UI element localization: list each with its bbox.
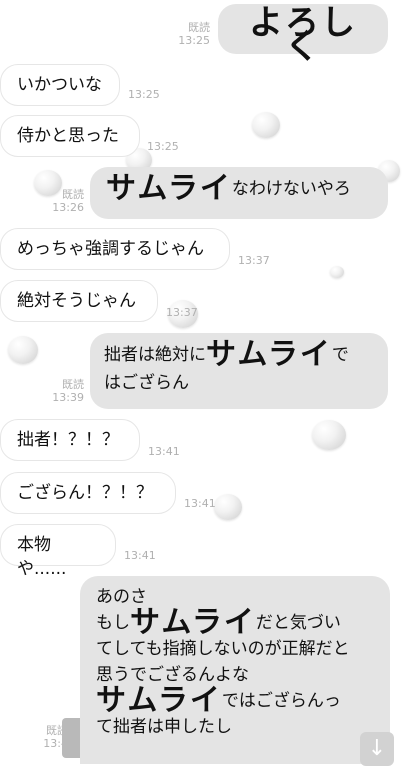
message-text: ござらん！？！？ (17, 483, 153, 503)
timestamp: 13:41 (148, 445, 180, 458)
droplet-decoration (8, 336, 38, 364)
message-text: めっちゃ強調するじゃん (17, 239, 204, 259)
timestamp: 13:25 (178, 34, 210, 47)
message-meta: 既読 13:39 (44, 378, 84, 404)
droplet-decoration (252, 112, 280, 138)
message-text: 拙者は絶対に (104, 345, 206, 365)
message-text: いかついな (17, 75, 102, 95)
timestamp: 13:26 (52, 201, 84, 214)
emphasis-text: サムライ (106, 171, 232, 206)
message-bubble-outgoing[interactable]: 拙者は絶対にサムライで はござらん (90, 333, 388, 409)
message-bubble-incoming[interactable]: いかついな (0, 64, 120, 106)
message-meta: 既読 13:25 (170, 21, 210, 47)
message-text: はござらん (104, 373, 189, 393)
message-bubble-incoming[interactable]: 絶対そうじゃん (0, 280, 158, 322)
emphasis-text: サムライ (206, 337, 332, 372)
message-text: なわけないやろ (231, 179, 351, 199)
timestamp: 13:39 (52, 391, 84, 404)
message-bubble-incoming[interactable]: 本物や...... (0, 524, 116, 579)
scroll-to-bottom-button[interactable]: ↓ (360, 732, 394, 766)
read-receipt: 既読 (62, 378, 84, 391)
timestamp: 13:37 (238, 254, 270, 267)
emphasis-text: サムライ (96, 683, 222, 718)
message-bubble-outgoing[interactable]: よろしく (218, 4, 388, 64)
message-bubble-incoming[interactable]: ござらん！？！？ (0, 472, 176, 514)
timestamp: 13:25 (128, 88, 160, 101)
message-bubble-incoming[interactable]: めっちゃ強調するじゃん (0, 228, 230, 270)
emphasis-text: サムライ (130, 605, 256, 640)
read-receipt: 既読 (62, 188, 84, 201)
timestamp: 13:37 (166, 306, 198, 319)
message-text: だと気づい (255, 613, 341, 633)
message-bubble-outgoing[interactable]: サムライなわけないやろ (90, 167, 388, 219)
message-text: ではござらんっ (221, 691, 341, 711)
message-bubble-incoming[interactable]: 拙者！？！？ (0, 419, 140, 461)
message-text: よろしく (249, 3, 357, 67)
message-bubble-outgoing[interactable]: あのさ もしサムライだと気づい てしても指摘しないのが正解だと 思うでござるんよ… (80, 576, 390, 764)
message-meta: 既読 13:26 (44, 188, 84, 214)
message-text: 拙者！？！？ (17, 430, 119, 450)
droplet-decoration (330, 266, 344, 278)
timestamp: 13:41 (124, 549, 156, 562)
message-text: 侍かと思った (17, 126, 119, 146)
message-text: もし (96, 613, 130, 633)
droplet-decoration (312, 420, 346, 450)
timestamp: 13:41 (184, 497, 216, 510)
message-text: 絶対そうじゃん (17, 291, 136, 311)
timestamp: 13:25 (147, 140, 179, 153)
arrow-down-icon: ↓ (367, 736, 387, 761)
droplet-decoration (214, 494, 242, 520)
message-text: て拙者は申したし (96, 717, 232, 737)
message-text: で (331, 345, 349, 365)
message-bubble-incoming[interactable]: 侍かと思った (0, 115, 140, 157)
message-text: 本物や...... (17, 535, 67, 579)
read-receipt: 既読 (188, 21, 210, 34)
message-text: てしても指摘しないのが正解だと (96, 639, 350, 659)
